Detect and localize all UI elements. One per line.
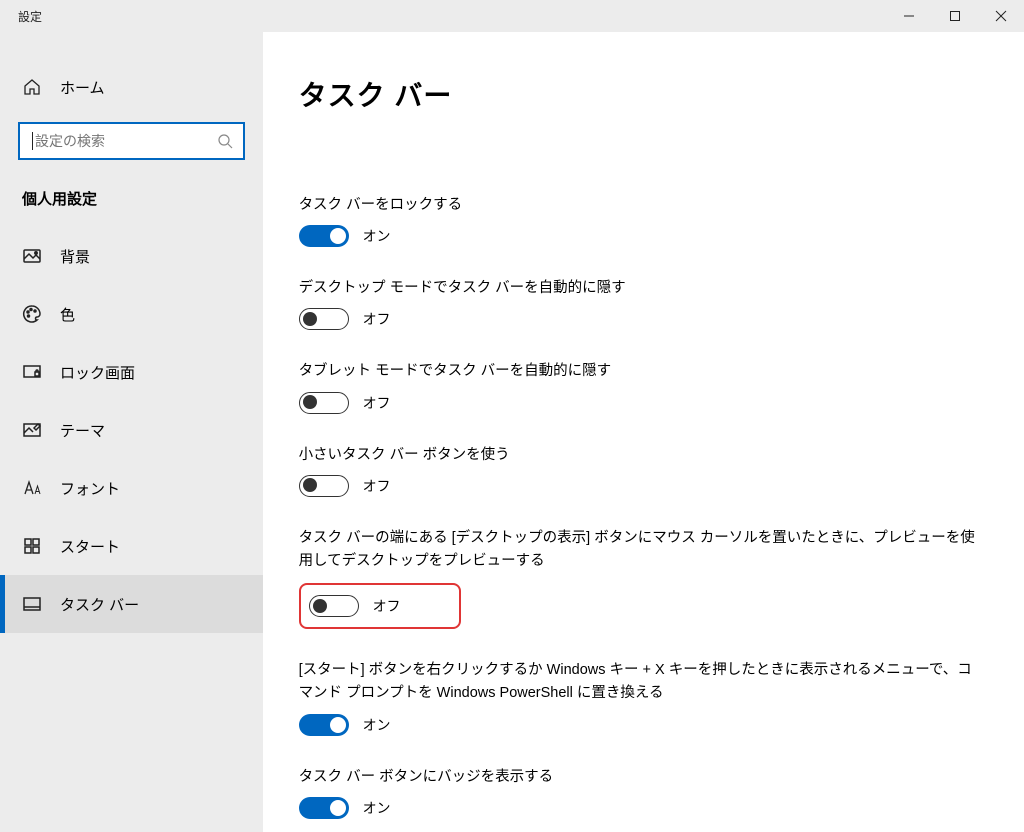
setting-label: タブレット モードでタスク バーを自動的に隠す bbox=[299, 360, 980, 383]
sidebar-item-label: フォント bbox=[60, 478, 120, 499]
minimize-button[interactable] bbox=[886, 0, 932, 32]
toggle-show-badges[interactable] bbox=[299, 797, 349, 819]
taskbar-icon bbox=[22, 594, 42, 614]
setting-label: デスクトップ モードでタスク バーを自動的に隠す bbox=[299, 277, 980, 300]
window-titlebar: 設定 bbox=[0, 0, 1024, 32]
setting-autohide-desktop: デスクトップ モードでタスク バーを自動的に隠す オフ bbox=[299, 277, 980, 330]
lockscreen-icon bbox=[22, 362, 42, 382]
setting-show-badges: タスク バー ボタンにバッジを表示する オン bbox=[299, 766, 980, 819]
home-icon bbox=[22, 77, 42, 97]
sidebar-item-start[interactable]: スタート bbox=[0, 517, 263, 575]
sidebar-item-label: テーマ bbox=[60, 420, 105, 441]
toggle-state: オフ bbox=[363, 309, 391, 329]
sidebar-item-lockscreen[interactable]: ロック画面 bbox=[0, 343, 263, 401]
toggle-autohide-tablet[interactable] bbox=[299, 392, 349, 414]
highlight-annotation: オフ bbox=[299, 583, 461, 629]
palette-icon bbox=[22, 304, 42, 324]
sidebar-item-label: 色 bbox=[60, 304, 75, 325]
sidebar: ホーム 個人用設定 背景 色 bbox=[0, 32, 263, 832]
text-cursor bbox=[32, 132, 33, 150]
content-panel: タスク バー タスク バーをロックする オン デスクトップ モードでタスク バー… bbox=[263, 32, 1024, 832]
toggle-state: オフ bbox=[363, 476, 391, 496]
toggle-state: オフ bbox=[373, 596, 401, 616]
toggle-state: オン bbox=[363, 715, 391, 735]
sidebar-item-label: タスク バー bbox=[60, 594, 139, 615]
setting-label: 小さいタスク バー ボタンを使う bbox=[299, 444, 980, 467]
toggle-powershell-replace[interactable] bbox=[299, 714, 349, 736]
sidebar-item-themes[interactable]: テーマ bbox=[0, 401, 263, 459]
setting-small-buttons: 小さいタスク バー ボタンを使う オフ bbox=[299, 444, 980, 497]
toggle-peek-preview[interactable] bbox=[309, 595, 359, 617]
toggle-state: オン bbox=[363, 226, 391, 246]
sidebar-item-taskbar[interactable]: タスク バー bbox=[0, 575, 263, 633]
sidebar-item-colors[interactable]: 色 bbox=[0, 285, 263, 343]
toggle-lock-taskbar[interactable] bbox=[299, 225, 349, 247]
sidebar-item-fonts[interactable]: フォント bbox=[0, 459, 263, 517]
home-label: ホーム bbox=[60, 77, 105, 98]
search-icon bbox=[217, 133, 233, 149]
toggle-autohide-desktop[interactable] bbox=[299, 308, 349, 330]
start-icon bbox=[22, 536, 42, 556]
setting-lock-taskbar: タスク バーをロックする オン bbox=[299, 194, 980, 247]
search-input[interactable] bbox=[18, 122, 245, 160]
toggle-small-buttons[interactable] bbox=[299, 475, 349, 497]
setting-powershell-replace: [スタート] ボタンを右クリックするか Windows キー + X キーを押し… bbox=[299, 659, 980, 735]
image-icon bbox=[22, 246, 42, 266]
setting-label: タスク バーをロックする bbox=[299, 194, 980, 217]
close-button[interactable] bbox=[978, 0, 1024, 32]
window-controls bbox=[886, 0, 1024, 32]
sidebar-item-label: 背景 bbox=[60, 246, 90, 267]
sidebar-item-label: ロック画面 bbox=[60, 362, 135, 383]
page-title: タスク バー bbox=[299, 74, 980, 114]
sidebar-category: 個人用設定 bbox=[0, 178, 263, 227]
setting-autohide-tablet: タブレット モードでタスク バーを自動的に隠す オフ bbox=[299, 360, 980, 413]
sidebar-item-label: スタート bbox=[60, 536, 120, 557]
setting-peek-preview: タスク バーの端にある [デスクトップの表示] ボタンにマウス カーソルを置いた… bbox=[299, 527, 980, 629]
maximize-button[interactable] bbox=[932, 0, 978, 32]
setting-label: タスク バー ボタンにバッジを表示する bbox=[299, 766, 980, 789]
theme-icon bbox=[22, 420, 42, 440]
home-nav[interactable]: ホーム bbox=[0, 60, 263, 114]
setting-label: タスク バーの端にある [デスクトップの表示] ボタンにマウス カーソルを置いた… bbox=[299, 527, 980, 573]
toggle-state: オン bbox=[363, 798, 391, 818]
window-title: 設定 bbox=[18, 8, 42, 25]
sidebar-item-background[interactable]: 背景 bbox=[0, 227, 263, 285]
search-field[interactable] bbox=[35, 133, 217, 149]
toggle-state: オフ bbox=[363, 393, 391, 413]
setting-label: [スタート] ボタンを右クリックするか Windows キー + X キーを押し… bbox=[299, 659, 980, 705]
font-icon bbox=[22, 478, 42, 498]
